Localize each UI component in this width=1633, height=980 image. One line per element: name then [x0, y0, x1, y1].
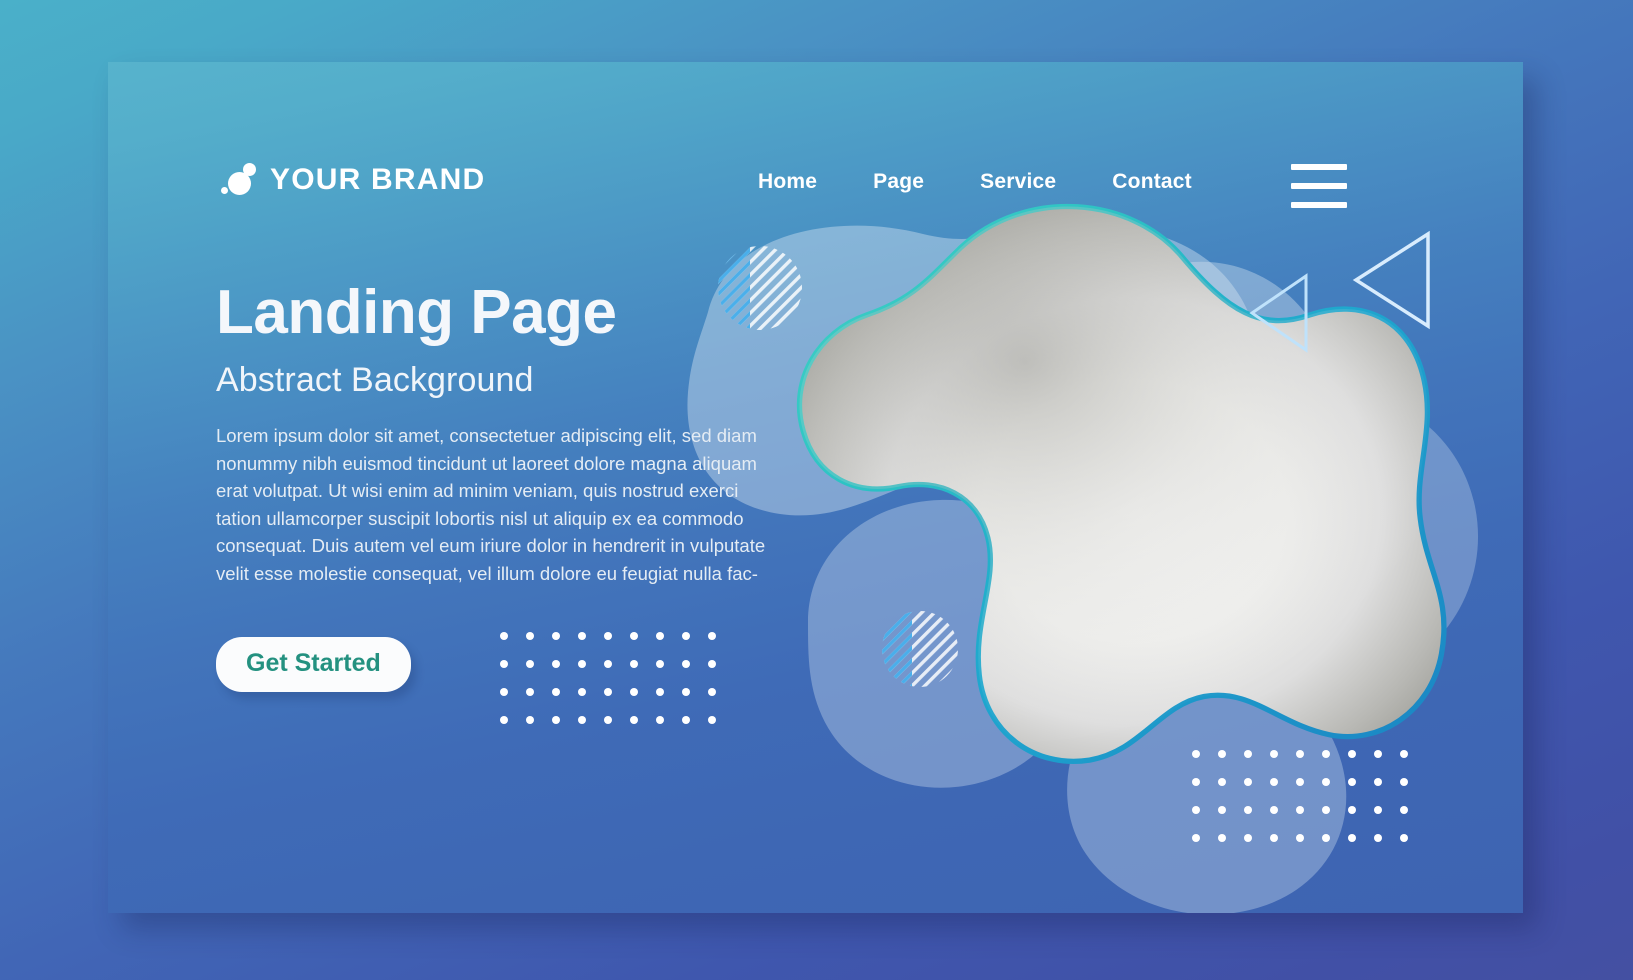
brand-logo[interactable]: YOUR BRAND: [216, 160, 485, 200]
logo-circle-small: [221, 187, 228, 194]
nav-item-contact[interactable]: Contact: [1112, 170, 1192, 194]
overlay-blob-far-right: [1239, 391, 1479, 678]
page-title: Landing Page: [216, 278, 617, 347]
brand-name: YOUR BRAND: [270, 163, 486, 196]
dot-grid-right: [1192, 750, 1408, 842]
main-abstract-blob: [796, 203, 1447, 764]
overlay-blob-lower-left: [808, 499, 1088, 788]
hamburger-bar-bottom: [1291, 202, 1347, 208]
main-blob-shape: [796, 203, 1447, 764]
striped-circle-bottom-icon: [882, 611, 958, 687]
cta-wrapper: Get Started: [216, 637, 786, 693]
hamburger-menu-icon[interactable]: [1291, 164, 1347, 208]
triangle-small-icon: [1249, 273, 1308, 353]
site-header: YOUR BRAND Home Page Service Contact: [108, 62, 1523, 262]
overlay-blob-middle: [1025, 261, 1337, 590]
page-subtitle: Abstract Background: [216, 361, 534, 400]
main-blob-inner-shade: [799, 206, 1444, 762]
brand-bubbles-icon: [216, 160, 262, 200]
nav-item-home[interactable]: Home: [758, 170, 817, 194]
landing-page-card: YOUR BRAND Home Page Service Contact Lan…: [108, 62, 1523, 913]
get-started-button[interactable]: Get Started: [216, 637, 411, 693]
nav-item-service[interactable]: Service: [980, 170, 1056, 194]
hamburger-bar-middle: [1291, 183, 1347, 189]
hero-body-text: Lorem ipsum dolor sit amet, consectetuer…: [216, 425, 766, 584]
primary-navigation: Home Page Service Contact: [758, 170, 1192, 194]
hero-copy-column: Landing Page Abstract Background Lorem i…: [216, 278, 786, 693]
logo-circle-medium: [243, 163, 256, 176]
page-background: YOUR BRAND Home Page Service Contact Lan…: [0, 0, 1633, 980]
nav-item-page[interactable]: Page: [873, 170, 924, 194]
hamburger-bar-top: [1291, 164, 1347, 170]
